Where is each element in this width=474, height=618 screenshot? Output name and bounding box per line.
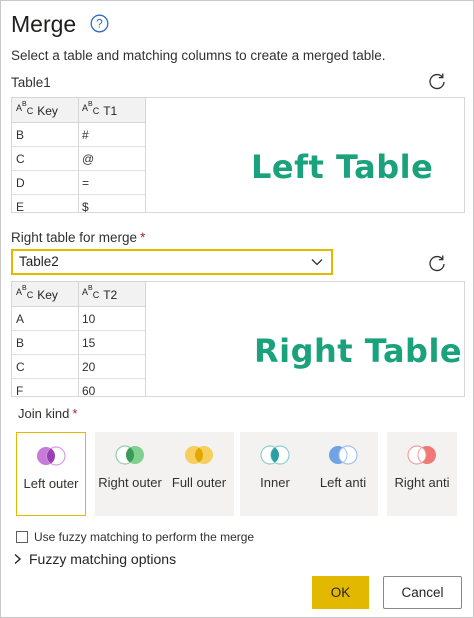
ok-button[interactable]: OK: [312, 576, 369, 609]
right-table-preview: ABC Key ABC T2 A 10 B 15 C 20 F 60 Right…: [11, 281, 465, 397]
fuzzy-matching-options-toggle[interactable]: Fuzzy matching options: [13, 551, 176, 567]
right-table-select[interactable]: Table2: [11, 249, 333, 275]
right-table-select-value: Table2: [19, 254, 59, 269]
cancel-button[interactable]: Cancel: [383, 576, 462, 609]
help-icon[interactable]: ?: [90, 14, 109, 33]
column-header-key[interactable]: ABC Key: [16, 98, 78, 123]
merge-dialog: Merge ? Select a table and matching colu…: [0, 0, 474, 618]
column-divider: [145, 98, 146, 212]
chevron-down-icon: [311, 259, 323, 266]
column-divider: [145, 282, 146, 396]
join-option-right-outer[interactable]: Right outer: [95, 432, 165, 516]
dialog-title: Merge: [11, 11, 77, 37]
join-kind-options: Left outer Right outer Full outer Inner …: [16, 432, 461, 517]
venn-full-outer-icon: [185, 446, 213, 464]
column-header-t2[interactable]: ABC T2: [82, 282, 144, 307]
text-type-icon: ABC: [82, 285, 100, 300]
venn-right-anti-icon: [407, 445, 436, 465]
left-table-name: Table1: [11, 75, 51, 90]
column-divider: [78, 282, 79, 396]
fuzzy-matching-checkbox[interactable]: [16, 531, 28, 543]
right-table-label: Right table for merge *: [11, 230, 146, 245]
column-header-key[interactable]: ABC Key: [16, 282, 78, 307]
venn-left-outer-icon: [37, 446, 66, 466]
text-type-icon: ABC: [16, 285, 34, 300]
refresh-icon[interactable]: [427, 71, 447, 91]
column-divider: [78, 98, 79, 212]
venn-right-outer-icon: [115, 445, 144, 465]
join-option-left-anti[interactable]: Left anti: [308, 432, 378, 516]
svg-text:?: ?: [96, 17, 103, 31]
text-type-icon: ABC: [82, 101, 100, 116]
join-option-full-outer[interactable]: Full outer: [164, 432, 234, 516]
dialog-subtitle: Select a table and matching columns to c…: [11, 48, 386, 63]
venn-inner-icon: [260, 445, 290, 465]
right-table-overlay-label: Right Table: [254, 332, 463, 370]
column-header-t1[interactable]: ABC T1: [82, 98, 144, 123]
chevron-right-icon: [14, 553, 22, 565]
join-option-left-outer[interactable]: Left outer: [16, 432, 86, 516]
fuzzy-matching-label: Use fuzzy matching to perform the merge: [34, 530, 255, 544]
left-table-overlay-label: Left Table: [251, 148, 434, 186]
venn-left-anti-icon: [329, 445, 358, 465]
refresh-icon[interactable]: [427, 253, 447, 273]
join-option-right-anti[interactable]: Right anti: [387, 432, 457, 516]
left-table-preview: ABC Key ABC T1 B # C @ D = E $ Left Tabl…: [11, 97, 465, 213]
join-option-inner[interactable]: Inner: [240, 432, 310, 516]
text-type-icon: ABC: [16, 101, 34, 116]
fuzzy-matching-options-label: Fuzzy matching options: [29, 551, 177, 567]
join-kind-label: Join kind *: [18, 406, 78, 421]
